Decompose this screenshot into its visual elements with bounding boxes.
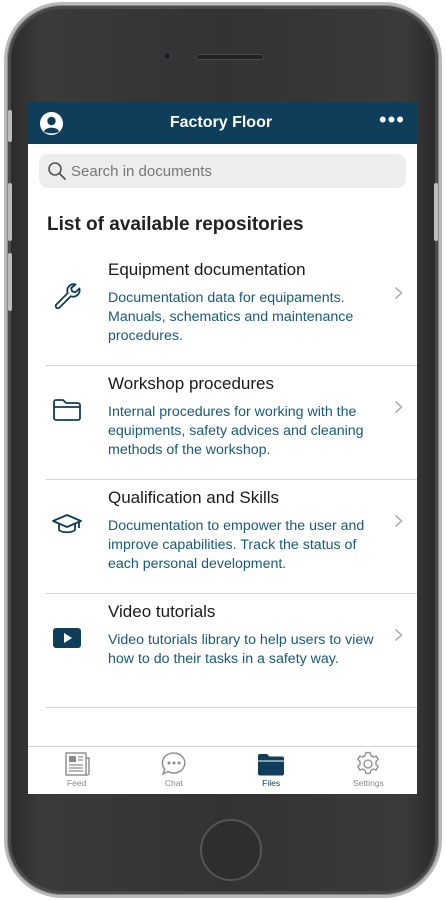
wrench-icon (54, 283, 81, 310)
user-avatar-icon[interactable] (40, 111, 63, 135)
app-screen: Factory Floor ••• List of available repo… (28, 102, 417, 794)
folder-icon (258, 754, 285, 776)
tab-feed[interactable]: Feed (28, 747, 125, 794)
repository-name: Qualification and Skills (108, 488, 280, 507)
repository-description: Video tutorials library to help users to… (108, 632, 374, 667)
graduation-cap-icon (52, 514, 82, 534)
repository-item-workshop[interactable]: Workshop procedures Internal procedures … (46, 366, 417, 480)
chat-bubble-icon (161, 752, 186, 776)
section-title: List of available repositories (47, 214, 304, 235)
mute-switch (8, 110, 12, 142)
repository-name: Video tutorials (108, 602, 216, 621)
bottom-tab-bar: Feed Chat Files Settings (28, 746, 417, 794)
volume-down-button (8, 253, 12, 311)
repository-name: Workshop procedures (108, 374, 274, 393)
tab-label: Settings (353, 778, 384, 788)
app-header: Factory Floor ••• (28, 102, 417, 144)
tab-label: Feed (66, 778, 87, 788)
tab-label: Chat (164, 778, 183, 788)
search-input[interactable] (71, 162, 398, 180)
newspaper-icon (64, 752, 90, 776)
more-options-icon[interactable]: ••• (379, 109, 405, 131)
volume-up-button (8, 183, 12, 241)
folder-icon (53, 399, 81, 421)
front-camera (163, 52, 171, 60)
earpiece-speaker (196, 54, 264, 60)
chevron-right-icon (394, 286, 403, 300)
chevron-right-icon (394, 400, 403, 414)
power-button (434, 183, 438, 241)
search-bar[interactable] (39, 154, 406, 188)
home-button[interactable] (200, 819, 262, 881)
tab-chat[interactable]: Chat (125, 747, 222, 794)
gear-icon (357, 751, 380, 775)
repository-name: Equipment documentation (108, 260, 306, 279)
repository-description: Internal procedures for working with the… (108, 404, 364, 458)
repository-description: Documentation to empower the user and im… (108, 518, 365, 572)
search-icon (48, 162, 66, 180)
chevron-right-icon (394, 628, 403, 642)
repository-list: Equipment documentation Documentation da… (46, 252, 417, 708)
chevron-right-icon (394, 514, 403, 528)
page-title: Factory Floor (169, 114, 273, 131)
tab-settings[interactable]: Settings (320, 747, 417, 794)
repository-description: Documentation data for equipaments. Manu… (108, 290, 354, 344)
tab-files[interactable]: Files (223, 747, 320, 794)
repository-item-equipment[interactable]: Equipment documentation Documentation da… (46, 252, 417, 366)
repository-item-qualification[interactable]: Qualification and Skills Documentation t… (46, 480, 417, 594)
play-video-icon (53, 628, 81, 648)
repository-item-video[interactable]: Video tutorials Video tutorials library … (46, 594, 417, 708)
tab-label: Files (262, 778, 281, 788)
